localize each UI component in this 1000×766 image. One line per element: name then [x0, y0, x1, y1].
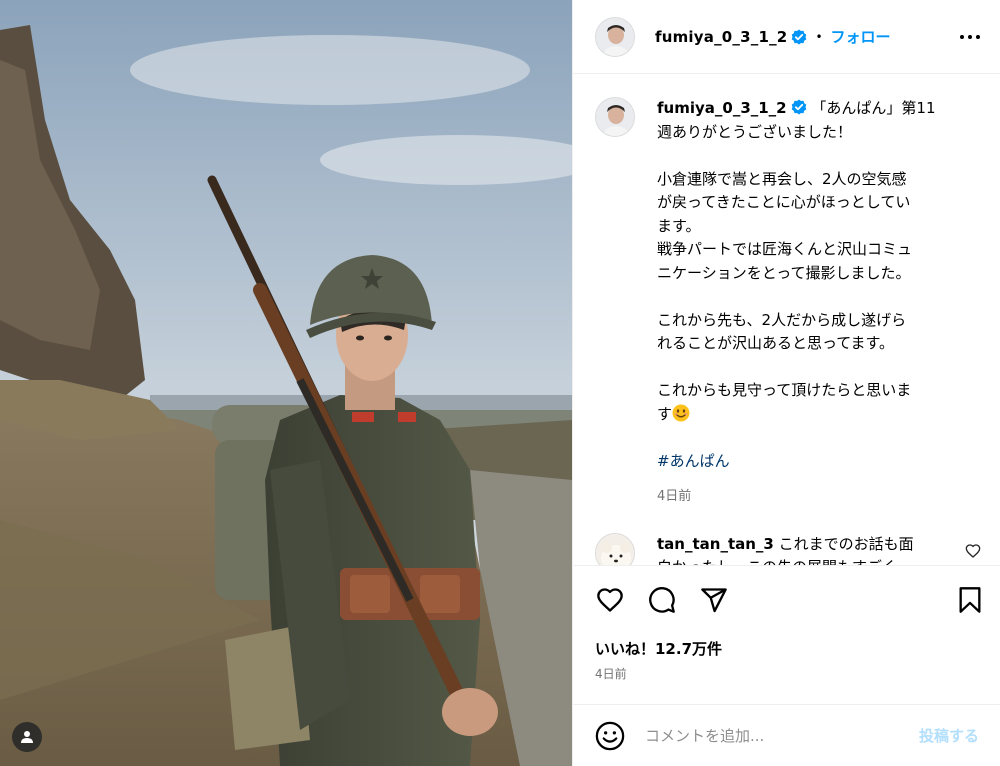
caption-line: ます。	[657, 216, 701, 235]
comment-icon	[649, 587, 675, 613]
caption-line: ​	[657, 285, 977, 309]
save-button[interactable]	[955, 585, 985, 615]
post-side-panel: fumiya_0_3_1_2 • フォロー fumiya_0_3_1_2 「あん…	[572, 0, 1000, 766]
avatar-image	[596, 98, 634, 136]
caption-line: 週ありがとうございました！	[657, 122, 853, 141]
photo-soldier-with-rifle	[0, 0, 572, 766]
verified-badge-icon	[792, 29, 807, 44]
verified-badge-icon	[791, 99, 806, 115]
separator-dot: •	[815, 29, 823, 44]
post-header: fumiya_0_3_1_2 • フォロー	[573, 0, 1000, 74]
avatar[interactable]	[595, 16, 635, 57]
comment-input[interactable]	[645, 726, 885, 745]
avatar-image	[596, 17, 634, 56]
action-bar: いいね！12.7万件 4日前	[573, 565, 1000, 682]
caption-line: これから先も、2人だから成し遂げら	[657, 310, 907, 329]
comment-avatar[interactable]	[595, 532, 635, 565]
share-icon	[701, 588, 727, 613]
caption-line: 小倉連隊で嵩と再会し、2人の空気感	[657, 169, 907, 188]
comment-composer: 投稿する	[573, 704, 1000, 766]
hashtag-link[interactable]: #あんぱん	[657, 450, 977, 474]
caption-line-last: す	[657, 403, 977, 427]
header-username[interactable]: fumiya_0_3_1_2	[655, 28, 787, 46]
smiling-emoji-icon	[672, 404, 690, 421]
post-comment-button[interactable]: 投稿する	[919, 725, 979, 746]
caption-line: ニケーションをとって撮影しました。	[657, 263, 911, 282]
avatar-image	[596, 533, 634, 565]
comment-text: これまでのお話も面	[778, 534, 914, 553]
comments-section[interactable]: fumiya_0_3_1_2 「あんぱん」第11 週ありがとうございました！ ​…	[573, 75, 1000, 565]
post-photo[interactable]	[0, 0, 572, 766]
caption-line: が戻ってきたことに心がほっとしてい	[657, 193, 911, 211]
comment-line-0: tan_tan_tan_3 これまでのお話も面	[657, 533, 947, 556]
emoji-icon[interactable]	[595, 721, 625, 751]
post-date[interactable]: 4日前	[595, 665, 985, 682]
caption-username[interactable]: fumiya_0_3_1_2	[657, 99, 787, 117]
caption: fumiya_0_3_1_2 「あんぱん」第11 週ありがとうございました！ ​…	[595, 97, 981, 509]
more-options-icon	[960, 34, 980, 39]
more-options-button[interactable]	[958, 25, 982, 49]
action-icons	[595, 584, 985, 616]
caption-line: 戦争パートでは匠海くんと沢山コミュ	[657, 240, 913, 258]
caption-text: 「あんぱん」第11	[811, 99, 936, 117]
bookmark-icon	[959, 587, 981, 613]
comment-username[interactable]: tan_tan_tan_3	[657, 535, 774, 553]
user-tag-button[interactable]	[12, 722, 42, 752]
caption-line: ​	[657, 426, 977, 450]
caption-timestamp[interactable]: 4日前	[657, 485, 977, 509]
caption-body: fumiya_0_3_1_2 「あんぱん」第11 週ありがとうございました！ ​…	[657, 97, 977, 509]
caption-line: ​	[657, 144, 977, 168]
caption-line: れることが沢山あると思ってます。	[657, 334, 895, 352]
caption-line-0: fumiya_0_3_1_2 「あんぱん」第11	[657, 97, 977, 121]
heart-icon	[597, 588, 623, 612]
user-tag-icon	[21, 731, 33, 743]
instagram-post: fumiya_0_3_1_2 • フォロー fumiya_0_3_1_2 「あん…	[0, 0, 1000, 766]
comment-line: 白かったし、この先の展開もすごく	[657, 556, 947, 566]
comment-body: tan_tan_tan_3 これまでのお話も面 白かったし、この先の展開もすごく	[657, 533, 947, 566]
like-button[interactable]	[595, 585, 625, 615]
caption-line: ​	[657, 356, 977, 380]
comment-item: tan_tan_tan_3 これまでのお話も面 白かったし、この先の展開もすごく	[595, 532, 981, 566]
caption-line: これからも見守って頂けたらと思いま	[657, 381, 912, 399]
comment-like-icon[interactable]	[965, 543, 981, 559]
likes-count[interactable]: いいね！12.7万件	[595, 638, 985, 659]
share-button[interactable]	[699, 585, 729, 615]
comment-button[interactable]	[647, 585, 677, 615]
caption-text: す	[657, 404, 673, 423]
caption-avatar[interactable]	[595, 97, 635, 137]
follow-button[interactable]: フォロー	[831, 26, 891, 47]
